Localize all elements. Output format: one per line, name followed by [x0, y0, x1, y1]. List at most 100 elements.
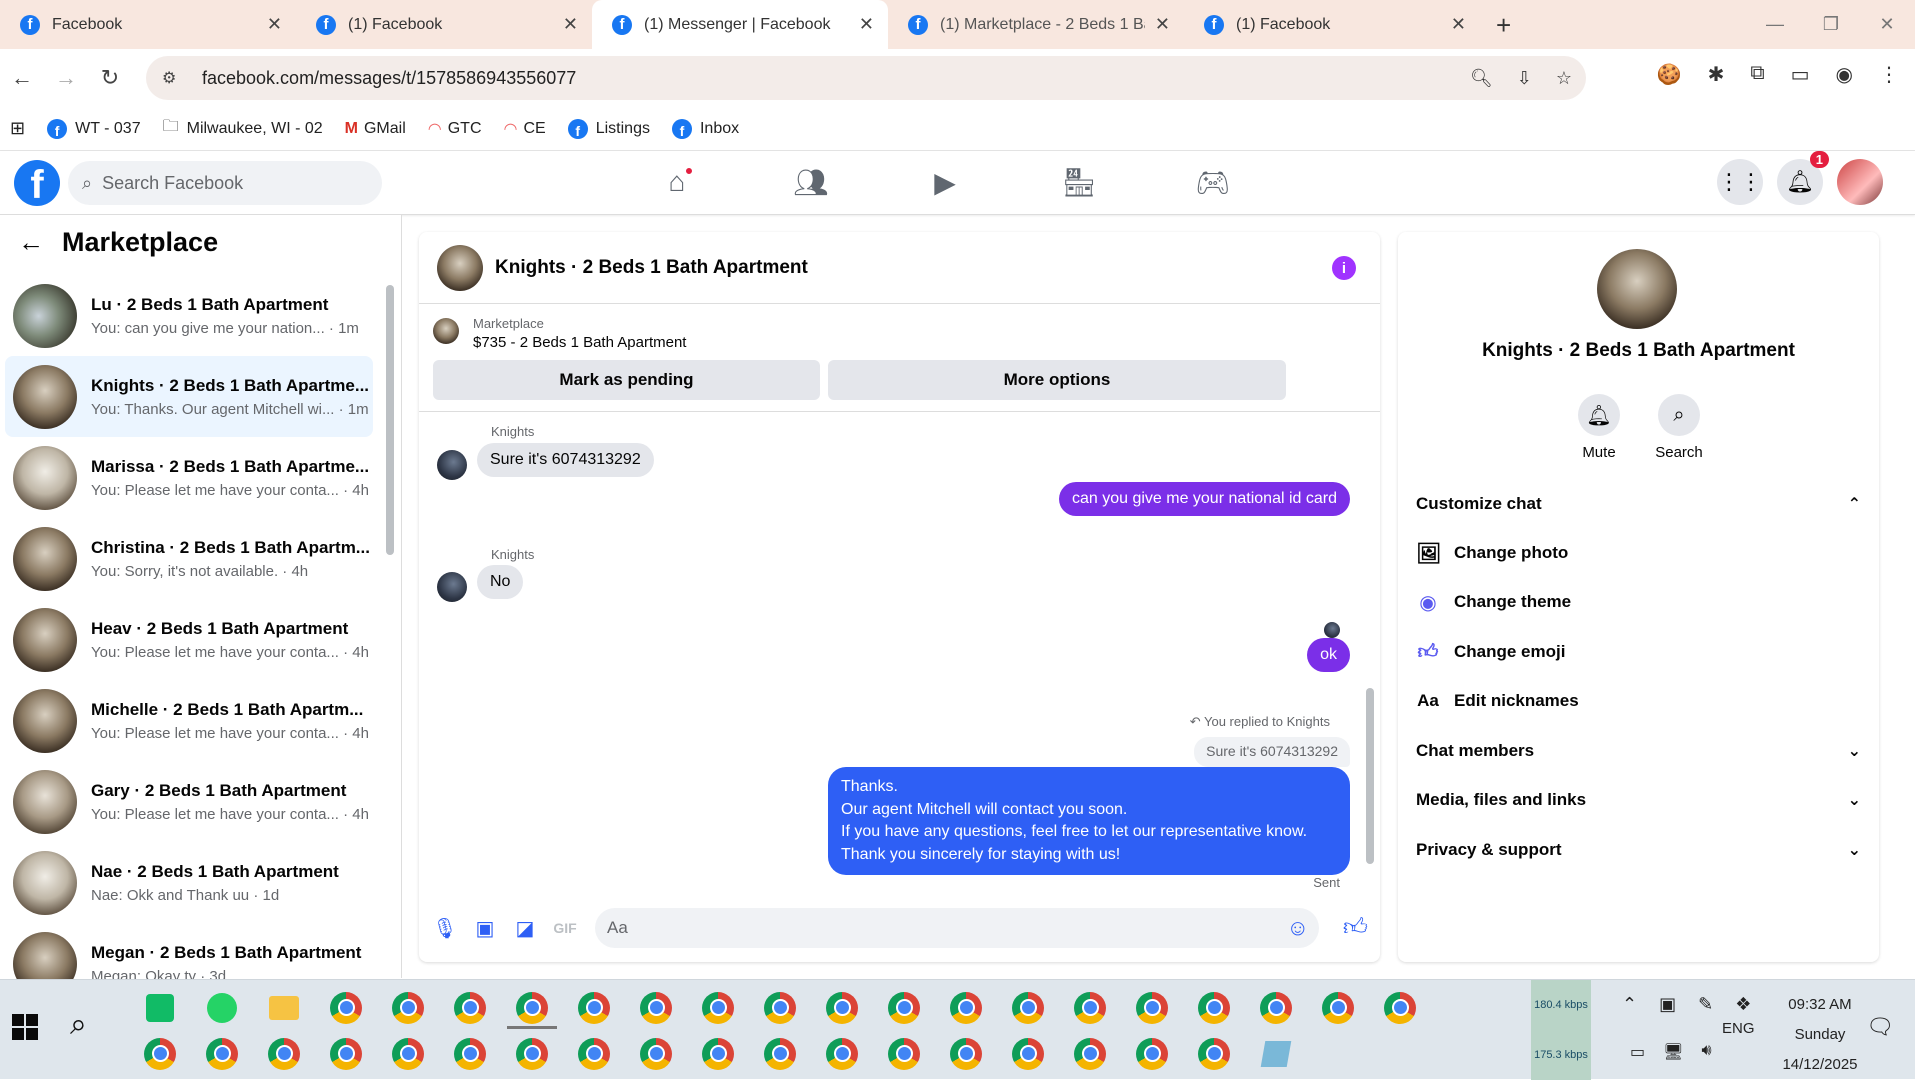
home-icon[interactable]: ⌂	[610, 151, 744, 213]
url-field[interactable]: ⚙ facebook.com/messages/t/15785869435560…	[146, 56, 1586, 100]
conversation-item[interactable]: Marissa · 2 Beds 1 Bath Apartme... You: P…	[5, 437, 373, 518]
chrome-icon[interactable]	[693, 989, 743, 1029]
sender-avatar[interactable]	[437, 572, 467, 602]
chrome-icon[interactable]	[817, 989, 867, 1029]
outgoing-message[interactable]: can you give me your national id card	[1058, 482, 1350, 516]
minimize-button[interactable]: —	[1747, 0, 1803, 49]
customize-chat-section[interactable]: Customize chat ⌃	[1416, 481, 1861, 527]
chrome-icon[interactable]	[631, 1035, 681, 1075]
mute-button[interactable]: 🔔︎ Mute	[1574, 394, 1624, 461]
windows-start-icon[interactable]	[12, 1014, 38, 1040]
browser-tab[interactable]: f (1) Facebook ✕	[1184, 0, 1480, 49]
chrome-icon[interactable]	[693, 1035, 743, 1075]
zoom-icon[interactable]: 🔍︎	[1470, 68, 1493, 89]
chrome-icon[interactable]	[321, 989, 371, 1029]
chrome-icon[interactable]	[631, 989, 681, 1029]
chrome-icon[interactable]	[1127, 1035, 1177, 1075]
chrome-icon[interactable]	[1189, 1035, 1239, 1075]
notes-app-icon[interactable]	[1251, 1035, 1301, 1075]
conversation-item[interactable]: Michelle · 2 Beds 1 Bath Apartm... You: P…	[5, 680, 373, 761]
mark-as-pending-button[interactable]: Mark as pending	[433, 360, 820, 400]
install-app-icon[interactable]: ⇩	[1517, 68, 1532, 89]
chrome-icon[interactable]	[1375, 989, 1425, 1029]
chrome-icon[interactable]	[879, 1035, 929, 1075]
new-tab-button[interactable]: +	[1496, 10, 1511, 41]
clock[interactable]: 09:32 AM Sunday 14/12/2025	[1760, 990, 1880, 1080]
avatar[interactable]	[1837, 159, 1883, 205]
chrome-icon[interactable]	[1127, 989, 1177, 1029]
reload-icon[interactable]: ↻	[88, 65, 132, 91]
extension-icon[interactable]: ✱	[1708, 62, 1725, 87]
conversation-item[interactable]: Gary · 2 Beds 1 Bath Apartment You: Pleas…	[5, 761, 373, 842]
back-icon[interactable]: ←	[0, 65, 44, 91]
chrome-icon[interactable]	[321, 1035, 371, 1075]
browser-tab[interactable]: f (1) Marketplace - 2 Beds 1 Bath ✕	[888, 0, 1184, 49]
listing-thumbnail[interactable]	[433, 318, 459, 344]
bookmark-star-icon[interactable]: ☆	[1556, 68, 1572, 89]
restore-button[interactable]: ❐	[1803, 0, 1859, 49]
url-text[interactable]: facebook.com/messages/t/1578586943556077	[202, 68, 576, 89]
change-emoji-item[interactable]: 👍︎ Change emoji	[1416, 629, 1861, 675]
sender-avatar[interactable]	[437, 450, 467, 480]
bookmark-listings[interactable]: f Listings	[567, 118, 650, 139]
chrome-icon[interactable]	[755, 1035, 805, 1075]
notifications-bell-icon[interactable]: 🔔︎ 1	[1777, 151, 1829, 205]
chrome-icon[interactable]	[941, 989, 991, 1029]
conversation-item-selected[interactable]: Knights · 2 Beds 1 Bath Apartme... You: T…	[5, 356, 373, 437]
profile-icon[interactable]: ◉	[1836, 62, 1853, 87]
conversation-item[interactable]: Lu · 2 Beds 1 Bath Apartment You: can you…	[5, 275, 373, 356]
chevron-up-icon[interactable]: ⌃	[1622, 994, 1637, 1015]
sticker-icon[interactable]: ◪	[505, 916, 545, 941]
notification-center-icon[interactable]: 🗨︎	[1866, 1014, 1894, 1040]
close-icon[interactable]: ✕	[267, 14, 282, 35]
chrome-icon[interactable]	[755, 989, 805, 1029]
close-icon[interactable]: ✕	[563, 14, 578, 35]
edit-nicknames-item[interactable]: Aa Edit nicknames	[1416, 678, 1861, 724]
bookmark-milwaukee[interactable]: 🗀 Milwaukee, WI - 02	[163, 115, 323, 142]
change-theme-item[interactable]: ◉ Change theme	[1416, 579, 1861, 625]
back-arrow-icon[interactable]: ←	[18, 227, 44, 258]
chrome-icon[interactable]	[445, 989, 495, 1029]
chat-members-section[interactable]: Chat members ⌄	[1416, 728, 1861, 774]
gaming-icon[interactable]: 🎮︎	[1146, 151, 1280, 213]
change-photo-item[interactable]: 🖼︎ Change photo	[1416, 530, 1861, 576]
facebook-logo-icon[interactable]: f	[14, 160, 60, 206]
page-scrollbar[interactable]	[1899, 151, 1915, 979]
forward-icon[interactable]: →	[44, 65, 88, 91]
marketplace-icon[interactable]: 🏪︎	[1012, 151, 1146, 213]
outgoing-message[interactable]: ok	[1307, 638, 1350, 672]
chrome-icon[interactable]	[1003, 1035, 1053, 1075]
video-icon[interactable]: ▶	[878, 151, 1012, 213]
chat-profile-picture[interactable]	[1597, 249, 1677, 329]
tray-app-icon[interactable]: ▣	[1659, 994, 1676, 1015]
browser-tab[interactable]: f Facebook ✕	[0, 0, 296, 49]
network-icon[interactable]: 🖥︎	[1663, 1042, 1683, 1062]
menu-icon[interactable]: ⋮	[1879, 62, 1899, 87]
close-window-button[interactable]: ✕	[1859, 0, 1915, 49]
chrome-icon[interactable]	[507, 1035, 557, 1075]
info-icon[interactable]: i	[1332, 256, 1356, 280]
chrome-icon[interactable]	[1313, 989, 1363, 1029]
site-info-icon[interactable]: ⚙	[162, 68, 182, 88]
close-icon[interactable]: ✕	[1155, 14, 1170, 35]
network-speed-widget[interactable]: 180.4 kbps 175.3 kbps	[1531, 980, 1591, 1080]
quoted-message[interactable]: Sure it's 6074313292	[1194, 737, 1350, 767]
conversation-item[interactable]: Heav · 2 Beds 1 Bath Apartment You: Pleas…	[5, 599, 373, 680]
conversation-item[interactable]: Nae · 2 Beds 1 Bath Apartment Nae: Okk an…	[5, 842, 373, 923]
chrome-icon[interactable]	[259, 1035, 309, 1075]
incoming-message[interactable]: Sure it's 6074313292	[477, 443, 654, 477]
media-files-links-section[interactable]: Media, files and links ⌄	[1416, 777, 1861, 823]
chrome-icon[interactable]	[941, 1035, 991, 1075]
message-input[interactable]: Aa ☺	[595, 908, 1319, 948]
menu-grid-icon[interactable]: ⋮⋮	[1717, 159, 1763, 205]
puzzle-icon[interactable]: ⧉	[1750, 62, 1764, 87]
pen-icon[interactable]: ✎	[1698, 994, 1713, 1015]
incoming-message[interactable]: No	[477, 565, 524, 599]
chrome-icon[interactable]	[1003, 989, 1053, 1029]
file-explorer-icon[interactable]	[259, 989, 309, 1029]
bookmark-gmail[interactable]: M GMail	[345, 120, 406, 138]
bookmark-inbox[interactable]: f Inbox	[671, 118, 739, 139]
more-options-button[interactable]: More options	[828, 360, 1286, 400]
language-indicator[interactable]: ENG	[1722, 1020, 1755, 1037]
chrome-icon[interactable]	[569, 1035, 619, 1075]
